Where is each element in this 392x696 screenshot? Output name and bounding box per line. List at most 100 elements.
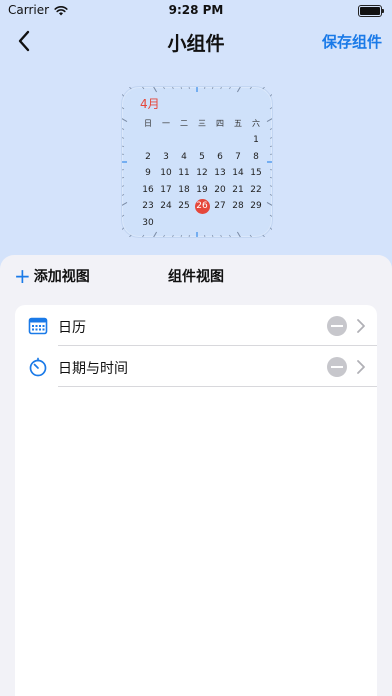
dial-tick bbox=[212, 87, 214, 90]
day-cell: 3 bbox=[163, 151, 169, 162]
dial-tick bbox=[262, 87, 266, 90]
day-cell: 18 bbox=[178, 184, 190, 195]
dial-tick bbox=[122, 93, 125, 97]
dial-tick bbox=[236, 87, 241, 93]
day-cell: 24 bbox=[160, 201, 172, 211]
status-time: 9:28 PM bbox=[168, 3, 224, 17]
dial-tick bbox=[128, 234, 132, 237]
timer-icon bbox=[29, 357, 47, 377]
weekday-label: 一 bbox=[162, 119, 170, 128]
day-cell: 27 bbox=[214, 201, 226, 211]
dial-tick bbox=[180, 87, 182, 90]
day-blank bbox=[157, 132, 175, 149]
dial-tick bbox=[269, 177, 272, 179]
dial-tick bbox=[269, 107, 272, 110]
chevron-right-icon bbox=[357, 360, 365, 374]
list-item-date-time[interactable]: 日期与时间 bbox=[15, 346, 377, 387]
day-cell: 19 bbox=[196, 184, 208, 195]
calendar-icon bbox=[28, 317, 48, 335]
dial-tick bbox=[122, 185, 125, 187]
day-cell: 16 bbox=[142, 184, 154, 195]
widget-month-label: 4月 bbox=[140, 97, 160, 111]
dial-tick bbox=[122, 137, 125, 139]
views-sheet: + 添加视图 组件视图 日历 日期与时间 bbox=[0, 255, 392, 696]
remove-button[interactable] bbox=[327, 316, 347, 336]
dial-tick bbox=[220, 234, 222, 237]
day-cell: 17 bbox=[160, 184, 172, 195]
day-cell: 23 bbox=[142, 201, 154, 211]
dial-tick bbox=[122, 227, 125, 231]
plus-icon: + bbox=[14, 264, 31, 288]
nav-bar: 小组件 保存组件 bbox=[0, 22, 392, 60]
dial-tick bbox=[128, 87, 132, 90]
dial-tick bbox=[269, 185, 272, 187]
weekday-label: 六 bbox=[252, 119, 260, 128]
dial-tick bbox=[229, 87, 231, 90]
day-cell: 20 bbox=[214, 184, 226, 195]
day-blank bbox=[175, 132, 193, 149]
list-item-calendar[interactable]: 日历 bbox=[15, 305, 377, 346]
battery-icon bbox=[358, 5, 384, 17]
dial-tick bbox=[269, 214, 272, 217]
calendar-widget-preview: 4月 日一二三四五六 1 2 3 4 5 6 7 8 9 10 11 12 13 14 15 16 17 18 19… bbox=[121, 86, 273, 238]
add-view-label: 添加视图 bbox=[33, 269, 90, 285]
days-grid: 1 2 3 4 5 6 7 8 9 10 11 12 13 14 15 16 17 18 19 20 21 22 23 24 2… bbox=[139, 132, 265, 231]
dial-tick bbox=[122, 145, 125, 147]
dial-tick bbox=[269, 93, 272, 97]
dial-tick bbox=[269, 227, 272, 231]
dial-tick bbox=[163, 234, 165, 237]
day-cell-today: 26 bbox=[193, 198, 211, 215]
dial-tick bbox=[229, 234, 231, 237]
dial-tick bbox=[249, 87, 252, 90]
day-cell: 22 bbox=[250, 184, 262, 195]
dial-tick bbox=[180, 234, 182, 237]
weekday-label: 五 bbox=[234, 119, 242, 128]
dial-tick bbox=[269, 128, 272, 130]
dial-tick bbox=[153, 87, 158, 93]
day-cell: 13 bbox=[214, 168, 226, 178]
day-cell: 30 bbox=[142, 217, 154, 228]
chevron-right-icon bbox=[357, 319, 365, 333]
day-cell: 10 bbox=[160, 168, 172, 178]
back-button[interactable] bbox=[12, 28, 38, 54]
day-cell: 2 bbox=[145, 151, 151, 162]
day-cell: 11 bbox=[178, 168, 190, 178]
day-cell: 28 bbox=[232, 201, 244, 211]
add-view-button[interactable]: + 添加视图 bbox=[14, 266, 90, 286]
dial-tick bbox=[122, 128, 125, 130]
day-cell: 8 bbox=[253, 151, 259, 162]
day-cell: 29 bbox=[250, 201, 262, 211]
dial-tick bbox=[212, 234, 214, 237]
dial-tick bbox=[153, 231, 158, 237]
dial-tick bbox=[266, 201, 272, 206]
day-blank bbox=[211, 132, 229, 149]
day-cell: 9 bbox=[145, 168, 151, 178]
view-list: 日历 日期与时间 bbox=[15, 305, 377, 696]
save-widget-button[interactable]: 保存组件 bbox=[322, 31, 382, 52]
day-blank bbox=[193, 132, 211, 149]
dial-tick bbox=[220, 87, 222, 90]
day-cell: 14 bbox=[232, 168, 244, 178]
list-item-label: 日历 bbox=[58, 320, 86, 336]
dial-tick bbox=[269, 194, 272, 196]
day-cell: 6 bbox=[217, 151, 223, 162]
dial-tick bbox=[122, 177, 125, 179]
dial-tick bbox=[122, 118, 128, 123]
day-blank bbox=[139, 132, 157, 149]
dial-tick bbox=[262, 234, 266, 237]
remove-button[interactable] bbox=[327, 357, 347, 377]
dial-tick bbox=[122, 194, 125, 196]
dial-tick bbox=[269, 137, 272, 139]
day-blank bbox=[229, 132, 247, 149]
day-cell: 7 bbox=[235, 151, 241, 162]
dial-tick bbox=[249, 234, 252, 237]
day-cell: 5 bbox=[199, 151, 205, 162]
dial-tick bbox=[122, 107, 125, 110]
day-cell: 4 bbox=[181, 151, 187, 162]
dial-tick bbox=[172, 234, 174, 237]
status-bar: Carrier 9:28 PM bbox=[0, 0, 392, 22]
dial-tick bbox=[142, 234, 145, 237]
day-cell: 21 bbox=[232, 184, 244, 195]
day-cell: 25 bbox=[178, 201, 190, 211]
day-cell: 1 bbox=[253, 135, 259, 145]
